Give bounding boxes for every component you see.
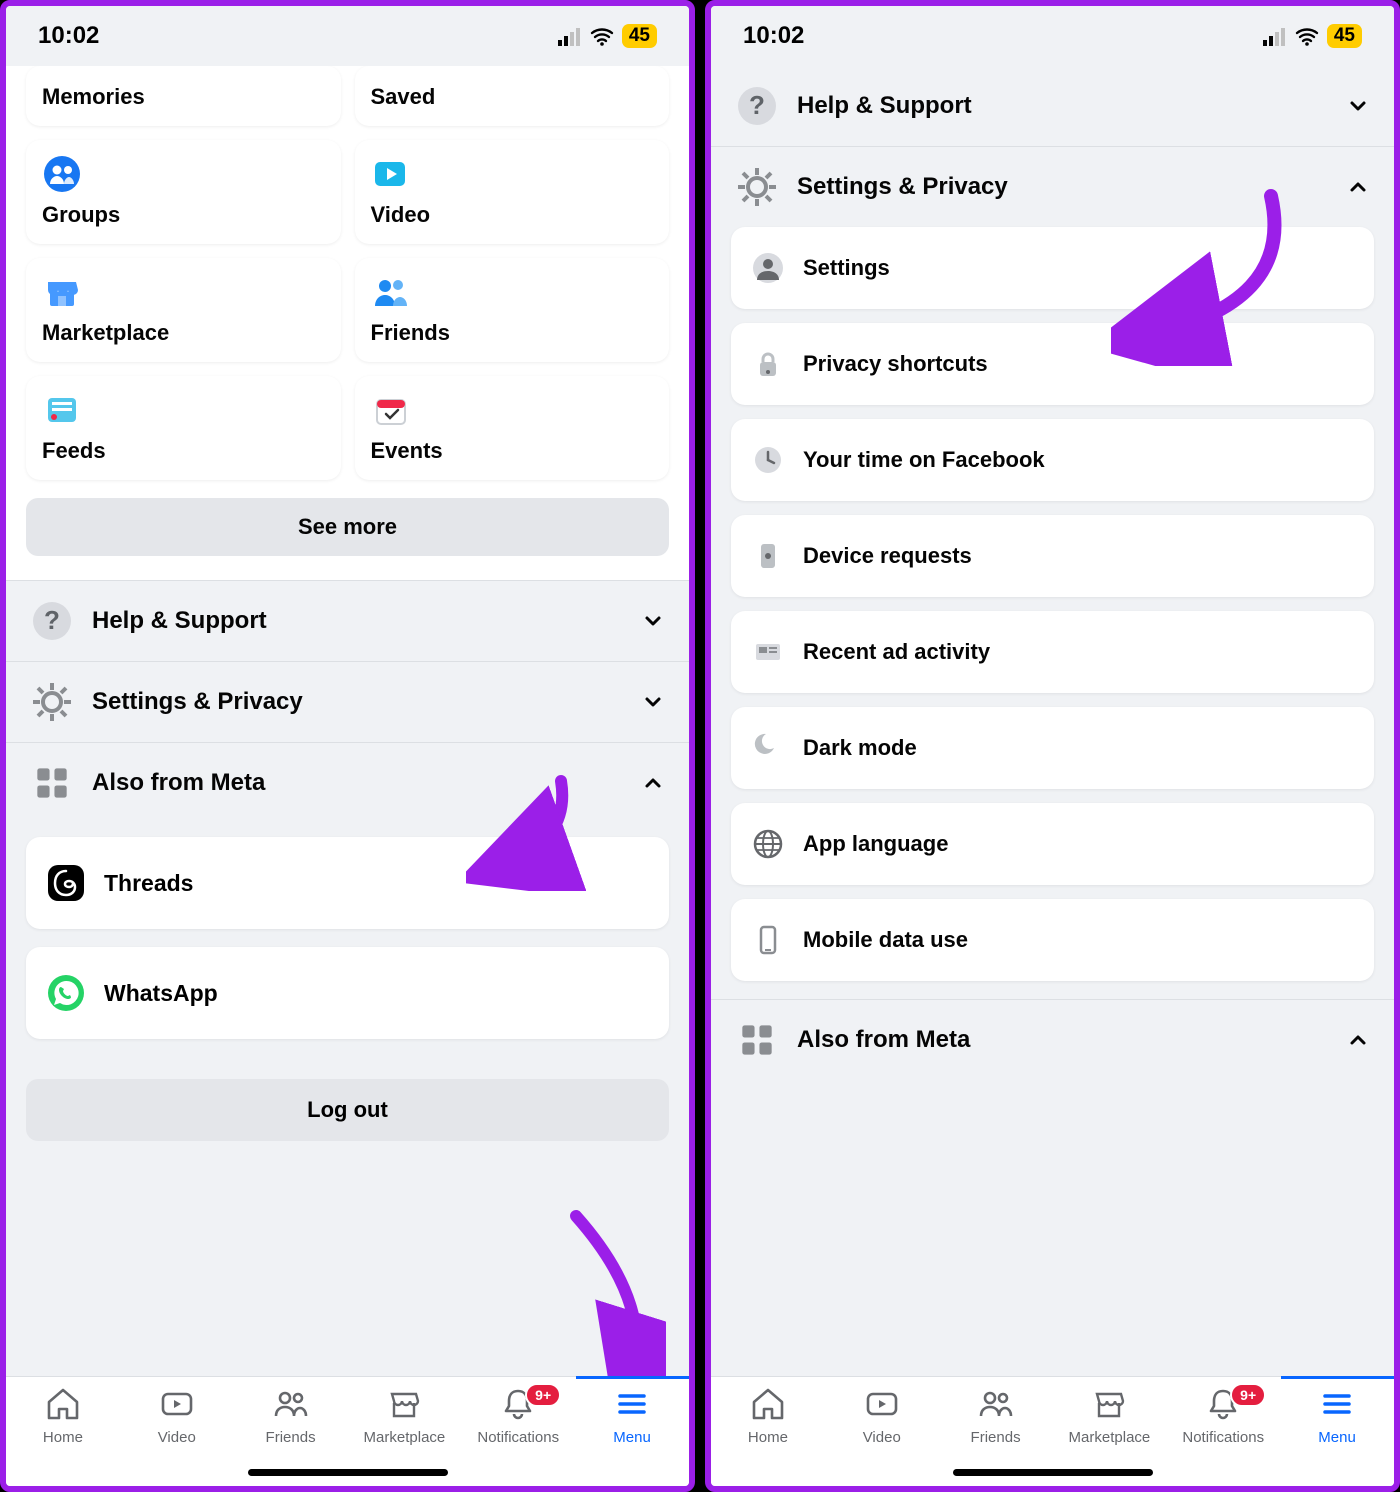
shortcut-events[interactable]: Events bbox=[355, 376, 670, 480]
help-icon bbox=[735, 84, 779, 128]
wifi-icon bbox=[1295, 26, 1321, 46]
menu-icon bbox=[1318, 1385, 1356, 1423]
chevron-up-icon bbox=[1346, 175, 1370, 199]
status-bar: 10:02 45 bbox=[6, 6, 689, 66]
tab-menu[interactable]: Menu bbox=[575, 1385, 689, 1484]
feeds-icon bbox=[42, 390, 82, 430]
chevron-down-icon bbox=[641, 690, 665, 714]
battery-level: 45 bbox=[1327, 24, 1362, 48]
tab-video[interactable]: Video bbox=[825, 1385, 939, 1484]
shortcut-grid: Memories Saved Groups Video Marketplace … bbox=[6, 66, 689, 498]
home-indicator bbox=[953, 1469, 1153, 1476]
friends-tab-icon bbox=[977, 1385, 1015, 1423]
ad-icon bbox=[751, 635, 785, 669]
also-from-meta-row[interactable]: Also from Meta bbox=[711, 999, 1394, 1080]
chevron-down-icon bbox=[1346, 94, 1370, 118]
wifi-icon bbox=[590, 26, 616, 46]
home-icon bbox=[44, 1385, 82, 1423]
video-tab-icon bbox=[863, 1385, 901, 1423]
shortcut-marketplace[interactable]: Marketplace bbox=[26, 258, 341, 362]
help-support-row[interactable]: Help & Support bbox=[6, 580, 689, 661]
settings-item-privacy-shortcuts[interactable]: Privacy shortcuts bbox=[731, 323, 1374, 405]
tab-home[interactable]: Home bbox=[6, 1385, 120, 1484]
threads-icon bbox=[46, 863, 86, 903]
marketplace-tab-icon bbox=[385, 1385, 423, 1423]
screenshot-right: 10:02 45 Help & Support Settings & Priva… bbox=[705, 0, 1400, 1492]
chevron-up-icon bbox=[641, 771, 665, 795]
status-time: 10:02 bbox=[38, 22, 99, 50]
settings-item-device-requests[interactable]: Device requests bbox=[731, 515, 1374, 597]
battery-level: 45 bbox=[622, 24, 657, 48]
also-from-meta-row[interactable]: Also from Meta bbox=[6, 742, 689, 823]
friends-icon bbox=[371, 272, 411, 312]
help-support-row[interactable]: Help & Support bbox=[711, 66, 1394, 146]
moon-icon bbox=[751, 731, 785, 765]
whatsapp-icon bbox=[46, 973, 86, 1013]
active-tab-indicator bbox=[1281, 1376, 1394, 1379]
settings-item-dark-mode[interactable]: Dark mode bbox=[731, 707, 1374, 789]
marketplace-tab-icon bbox=[1090, 1385, 1128, 1423]
home-indicator bbox=[248, 1469, 448, 1476]
settings-item-recent-ad[interactable]: Recent ad activity bbox=[731, 611, 1374, 693]
avatar-icon bbox=[751, 251, 785, 285]
settings-item-settings[interactable]: Settings bbox=[731, 227, 1374, 309]
shortcut-groups[interactable]: Groups bbox=[26, 140, 341, 244]
gear-icon bbox=[30, 680, 74, 724]
settings-item-app-language[interactable]: App language bbox=[731, 803, 1374, 885]
meta-item-whatsapp[interactable]: WhatsApp bbox=[26, 947, 669, 1039]
settings-item-mobile-data[interactable]: Mobile data use bbox=[731, 899, 1374, 981]
shortcut-memories[interactable]: Memories bbox=[26, 66, 341, 126]
memories-icon bbox=[42, 68, 82, 80]
see-more-button[interactable]: See more bbox=[26, 498, 669, 556]
tab-video[interactable]: Video bbox=[120, 1385, 234, 1484]
status-bar: 10:02 45 bbox=[711, 6, 1394, 66]
help-icon bbox=[30, 599, 74, 643]
menu-icon bbox=[613, 1385, 651, 1423]
saved-icon bbox=[371, 68, 411, 80]
home-icon bbox=[749, 1385, 787, 1423]
marketplace-icon bbox=[42, 272, 82, 312]
mobile-icon bbox=[751, 923, 785, 957]
screenshot-left: 10:02 45 Memories Saved Groups Video bbox=[0, 0, 695, 1492]
lock-icon bbox=[751, 347, 785, 381]
cellular-icon bbox=[558, 26, 584, 46]
meta-grid-icon bbox=[30, 761, 74, 805]
device-icon bbox=[751, 539, 785, 573]
shortcut-video[interactable]: Video bbox=[355, 140, 670, 244]
video-tab-icon bbox=[158, 1385, 196, 1423]
events-icon bbox=[371, 390, 411, 430]
meta-item-threads[interactable]: Threads bbox=[26, 837, 669, 929]
tab-bar: Home Video Friends Marketplace 9+Notific… bbox=[6, 1376, 689, 1486]
shortcut-feeds[interactable]: Feeds bbox=[26, 376, 341, 480]
shortcut-saved[interactable]: Saved bbox=[355, 66, 670, 126]
video-icon bbox=[371, 154, 411, 194]
globe-icon bbox=[751, 827, 785, 861]
tab-home[interactable]: Home bbox=[711, 1385, 825, 1484]
settings-privacy-row[interactable]: Settings & Privacy bbox=[711, 146, 1394, 227]
groups-icon bbox=[42, 154, 82, 194]
logout-button[interactable]: Log out bbox=[26, 1079, 669, 1141]
status-time: 10:02 bbox=[743, 22, 804, 50]
settings-sublist: Settings Privacy shortcuts Your time on … bbox=[711, 227, 1394, 999]
tab-bar: Home Video Friends Marketplace 9+Notific… bbox=[711, 1376, 1394, 1486]
cellular-icon bbox=[1263, 26, 1289, 46]
friends-tab-icon bbox=[272, 1385, 310, 1423]
chevron-up-icon bbox=[1346, 1028, 1370, 1052]
settings-item-your-time[interactable]: Your time on Facebook bbox=[731, 419, 1374, 501]
chevron-down-icon bbox=[641, 609, 665, 633]
active-tab-indicator bbox=[576, 1376, 689, 1379]
meta-grid-icon bbox=[735, 1018, 779, 1062]
shortcut-friends[interactable]: Friends bbox=[355, 258, 670, 362]
settings-privacy-row[interactable]: Settings & Privacy bbox=[6, 661, 689, 742]
tab-notifications[interactable]: 9+Notifications bbox=[1166, 1385, 1280, 1484]
notification-badge: 9+ bbox=[1230, 1383, 1266, 1407]
tab-notifications[interactable]: 9+Notifications bbox=[461, 1385, 575, 1484]
clock-icon bbox=[751, 443, 785, 477]
notification-badge: 9+ bbox=[525, 1383, 561, 1407]
tab-menu[interactable]: Menu bbox=[1280, 1385, 1394, 1484]
gear-icon bbox=[735, 165, 779, 209]
